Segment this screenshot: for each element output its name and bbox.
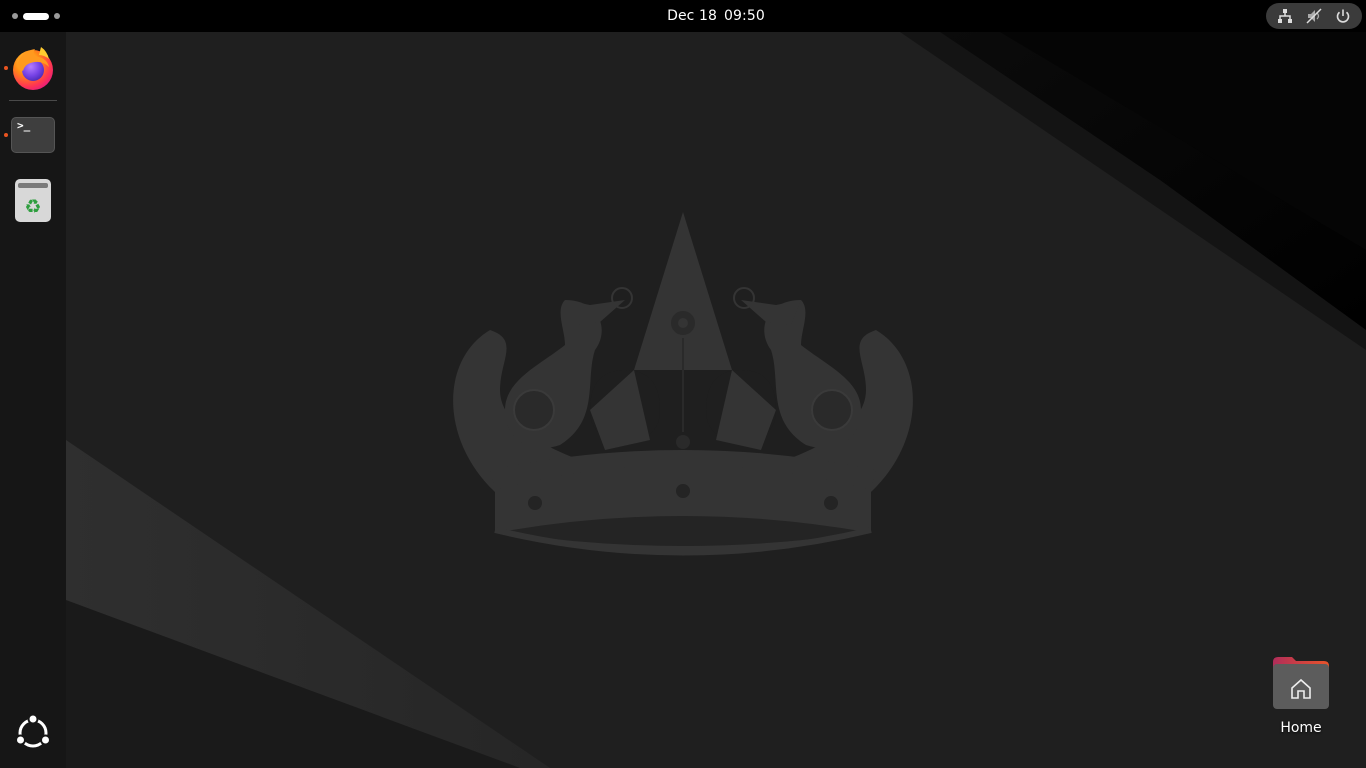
firefox-icon xyxy=(13,47,53,90)
dock: >_ ♻ xyxy=(0,32,66,768)
clock-time: 09:50 xyxy=(724,8,765,24)
desktop[interactable]: Dec 18 09:50 >_ ♻ Home xyxy=(0,0,1366,768)
terminal-prompt: >_ xyxy=(17,119,31,132)
terminal-icon: >_ xyxy=(11,117,55,153)
volume-muted-icon xyxy=(1306,8,1322,24)
clock-date: Dec 18 xyxy=(667,8,718,24)
workspace-dot[interactable] xyxy=(12,13,18,19)
trash-icon: ♻ xyxy=(15,179,51,222)
top-bar: Dec 18 09:50 xyxy=(0,0,1366,32)
workspace-active[interactable] xyxy=(23,12,49,20)
running-indicator xyxy=(4,133,8,137)
clock[interactable]: Dec 18 09:50 xyxy=(650,0,782,32)
show-apps-button[interactable] xyxy=(0,710,66,756)
dock-item-terminal[interactable]: >_ xyxy=(0,108,66,162)
dock-separator xyxy=(9,100,57,101)
dock-item-trash[interactable]: ♻ xyxy=(0,172,66,228)
network-wired-icon xyxy=(1278,9,1293,23)
running-indicator xyxy=(4,66,8,70)
workspace-dot[interactable] xyxy=(54,13,60,19)
wallpaper xyxy=(0,0,1366,768)
power-icon xyxy=(1336,9,1349,23)
ubuntu-logo-icon xyxy=(15,714,51,748)
desktop-icon-label: Home xyxy=(1280,720,1322,736)
desktop-icon-home[interactable]: Home xyxy=(1262,652,1340,742)
system-menu[interactable] xyxy=(1266,3,1362,29)
dock-item-firefox[interactable] xyxy=(0,36,66,100)
workspace-indicator[interactable] xyxy=(12,9,60,23)
home-folder-icon xyxy=(1273,657,1329,709)
svg-text:♻: ♻ xyxy=(24,196,41,218)
